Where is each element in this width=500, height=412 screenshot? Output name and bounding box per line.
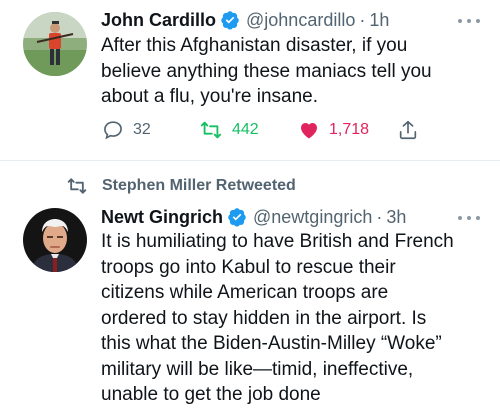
tweet-text-line: military will be like—timid, ineffective… — [101, 358, 414, 380]
verified-badge-icon — [221, 11, 239, 30]
tweet-text-line: It is humiliating to have British and Fr… — [101, 231, 454, 252]
separator-dot: · — [376, 207, 383, 227]
retweet-notice[interactable]: Stephen Miller Retweeted — [66, 176, 296, 196]
tweet-text-line: this what the Biden-Austin-Milley “Woke” — [101, 333, 442, 354]
avatar-photo-icon — [23, 208, 87, 272]
author-name[interactable]: John Cardillo — [101, 9, 216, 31]
tweet-text-line: troops go into Kabul to rescue their — [101, 256, 396, 278]
author-handle[interactable]: @johncardillo — [246, 9, 355, 31]
verified-badge-icon — [228, 208, 246, 227]
avatar-john-cardillo[interactable] — [23, 12, 87, 76]
like-button[interactable]: 1,718 — [298, 119, 369, 141]
tweet-john-cardillo[interactable]: John Cardillo @johncardillo · 1h After t… — [0, 0, 500, 160]
tweet-timestamp[interactable]: 3h — [386, 206, 406, 228]
share-button[interactable] — [397, 118, 419, 142]
tweet-timestamp[interactable]: 1h — [369, 9, 389, 31]
more-options-icon[interactable] — [458, 14, 480, 28]
tweet-text: It is humiliating to have British and Fr… — [101, 229, 454, 408]
avatar-newt-gingrich[interactable] — [23, 208, 87, 272]
retweet-button[interactable]: 442 — [199, 119, 259, 141]
author-name[interactable]: Newt Gingrich — [101, 206, 223, 228]
reply-icon — [104, 121, 122, 140]
share-icon — [399, 120, 417, 140]
more-options-icon[interactable] — [458, 211, 480, 225]
retweet-notice-text: Stephen Miller Retweeted — [102, 177, 296, 194]
tweet-text-line: unable to get the job done — [101, 384, 321, 405]
like-count: 1,718 — [329, 121, 370, 138]
reply-count: 32 — [133, 121, 151, 138]
heart-filled-icon — [301, 122, 317, 139]
tweet-text: After this Afghanistan disaster, if you … — [101, 33, 432, 110]
retweet-icon — [67, 178, 87, 194]
tweet-text-line: citizens while American troops are — [101, 282, 389, 303]
avatar-photo-icon — [23, 12, 87, 76]
separator-dot: · — [359, 10, 366, 30]
tweet-text-line: about a flu, you're insane. — [101, 86, 318, 107]
retweet-count: 442 — [232, 121, 259, 138]
reply-button[interactable]: 32 — [102, 119, 151, 141]
tweet-text-line: ordered to stay hidden in the airport. I… — [101, 307, 427, 329]
tweet-newt-gingrich[interactable]: Newt Gingrich @newtgingrich · 3h It is h… — [0, 200, 500, 412]
author-handle[interactable]: @newtgingrich — [253, 206, 372, 228]
retweet-icon — [200, 121, 222, 139]
tweet-text-line: After this Afghanistan disaster, if you — [101, 35, 408, 56]
tweet-divider — [0, 160, 500, 161]
tweet-text-line: believe anything these maniacs tell you — [101, 60, 432, 82]
